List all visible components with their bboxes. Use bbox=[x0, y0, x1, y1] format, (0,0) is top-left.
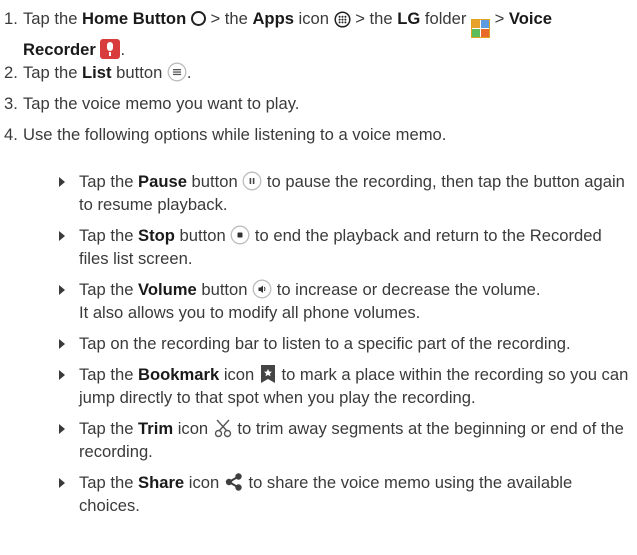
option-volume: Tap the Volume button to increase or dec… bbox=[0, 278, 637, 324]
bullet-icon bbox=[59, 339, 65, 349]
text: . bbox=[120, 40, 126, 59]
text: button bbox=[174, 226, 231, 245]
text: Tap the bbox=[79, 473, 139, 492]
text: button bbox=[196, 280, 253, 299]
text: to increase or decrease the volume. bbox=[272, 280, 541, 299]
volume-button-icon bbox=[252, 279, 272, 299]
bullet-icon bbox=[59, 285, 65, 295]
stop-button-icon bbox=[230, 225, 250, 245]
text: folder bbox=[420, 9, 471, 28]
option-text: Tap the Trim icon to trim away segments … bbox=[79, 417, 631, 463]
pause-button-icon bbox=[242, 171, 262, 191]
stop-label: Stop bbox=[138, 226, 175, 245]
bullet-icon bbox=[59, 231, 65, 241]
step-2: 2. Tap the List button . bbox=[0, 61, 637, 84]
bookmark-icon bbox=[260, 365, 275, 383]
text: Tap the bbox=[23, 9, 83, 28]
option-share: Tap the Share icon to share the voice me… bbox=[0, 471, 637, 517]
step-1: 1. Tap the Home Button > the Apps icon >… bbox=[0, 7, 637, 59]
step-text: Tap the List button . bbox=[23, 61, 628, 84]
apps-label: Apps bbox=[252, 9, 294, 28]
apps-grid-icon bbox=[334, 11, 351, 28]
option-text: Tap the Bookmark icon to mark a place wi… bbox=[79, 363, 631, 409]
home-button-label: Home Button bbox=[82, 9, 187, 28]
text: icon bbox=[219, 365, 259, 384]
list-button-icon bbox=[167, 62, 187, 82]
step-text: Use the following options while listenin… bbox=[23, 125, 447, 144]
trim-label: Trim bbox=[138, 419, 174, 438]
bullet-icon bbox=[59, 424, 65, 434]
option-stop: Tap the Stop button to end the playback … bbox=[0, 224, 637, 270]
volume-label: Volume bbox=[138, 280, 197, 299]
step-3: 3. Tap the voice memo you want to play. bbox=[0, 92, 637, 115]
text: Tap the bbox=[79, 419, 139, 438]
option-text: Tap the Share icon to share the voice me… bbox=[79, 471, 631, 517]
text: > bbox=[489, 9, 509, 28]
option-pause: Tap the Pause button to pause the record… bbox=[0, 170, 637, 216]
text: Tap the bbox=[79, 226, 139, 245]
text: Tap the bbox=[23, 63, 83, 82]
voice-recorder-icon bbox=[100, 39, 121, 59]
step-text: Tap the voice memo you want to play. bbox=[23, 94, 300, 113]
bullet-icon bbox=[59, 478, 65, 488]
lg-label: LG bbox=[397, 9, 421, 28]
text: button bbox=[186, 172, 243, 191]
text: icon bbox=[184, 473, 224, 492]
text: Tap the bbox=[79, 280, 139, 299]
text: . bbox=[186, 63, 192, 82]
step-text: Tap the Home Button > the Apps icon > th… bbox=[23, 7, 628, 61]
text: It also allows you to modify all phone v… bbox=[79, 303, 421, 322]
option-trim: Tap the Trim icon to trim away segments … bbox=[0, 417, 637, 463]
option-text: Tap the Volume button to increase or dec… bbox=[79, 278, 631, 324]
pause-label: Pause bbox=[138, 172, 187, 191]
bookmark-label: Bookmark bbox=[138, 365, 220, 384]
bullet-icon bbox=[59, 370, 65, 380]
share-icon bbox=[225, 473, 242, 491]
option-text: Tap on the recording bar to listen to a … bbox=[79, 334, 571, 353]
step-4: 4. Use the following options while liste… bbox=[0, 123, 637, 146]
text: > the bbox=[350, 9, 398, 28]
bullet-icon bbox=[59, 177, 65, 187]
home-button-circle-icon bbox=[190, 11, 206, 26]
option-bookmark: Tap the Bookmark icon to mark a place wi… bbox=[0, 363, 637, 409]
list-label: List bbox=[82, 63, 112, 82]
text: Tap the bbox=[79, 172, 139, 191]
option-recording-bar: Tap on the recording bar to listen to a … bbox=[0, 332, 637, 355]
option-text: Tap the Pause button to pause the record… bbox=[79, 170, 631, 216]
option-text: Tap the Stop button to end the playback … bbox=[79, 224, 631, 270]
text: > the bbox=[210, 9, 253, 28]
text: icon bbox=[293, 9, 334, 28]
text: icon bbox=[173, 419, 213, 438]
scissors-icon bbox=[214, 419, 231, 438]
text: button bbox=[111, 63, 167, 82]
text: Tap the bbox=[79, 365, 139, 384]
share-label: Share bbox=[138, 473, 185, 492]
lg-folder-icon bbox=[470, 19, 490, 38]
